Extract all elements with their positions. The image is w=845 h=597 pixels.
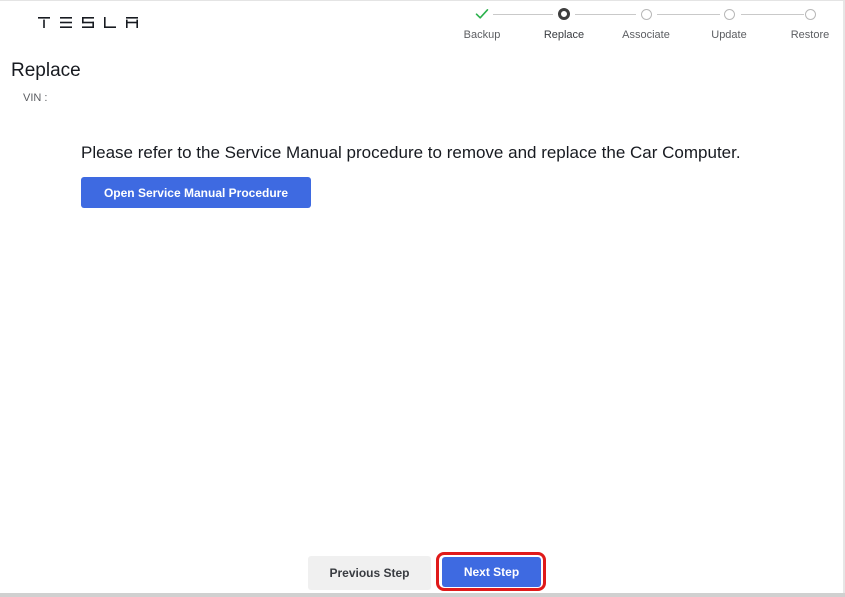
vin-label: VIN : [23, 92, 48, 104]
step-associate: Associate [606, 7, 686, 41]
step-label: Restore [790, 29, 830, 41]
checkmark-icon [475, 9, 489, 19]
window-edge [0, 593, 845, 597]
progress-stepper: Backup Replace Associate Update Restore [0, 1, 845, 49]
empty-circle-icon [640, 8, 652, 20]
instruction-text: Please refer to the Service Manual proce… [81, 143, 741, 162]
current-step-icon [558, 8, 570, 20]
step-backup: Backup [442, 7, 522, 41]
step-update: Update [689, 7, 769, 41]
next-step-button[interactable]: Next Step [442, 557, 541, 587]
step-label: Associate [622, 29, 670, 41]
empty-circle-icon [804, 8, 816, 20]
open-service-manual-button[interactable]: Open Service Manual Procedure [81, 177, 311, 208]
page-title: Replace [11, 60, 81, 81]
vin-row: VIN : [23, 92, 50, 104]
service-app-window: Backup Replace Associate Update Restore [0, 0, 845, 597]
step-label: Backup [463, 29, 501, 41]
step-restore: Restore [770, 7, 845, 41]
step-label: Update [711, 29, 747, 41]
empty-circle-icon [723, 8, 735, 20]
step-replace: Replace [524, 7, 604, 41]
previous-step-button[interactable]: Previous Step [308, 556, 431, 590]
step-label: Replace [543, 29, 585, 41]
